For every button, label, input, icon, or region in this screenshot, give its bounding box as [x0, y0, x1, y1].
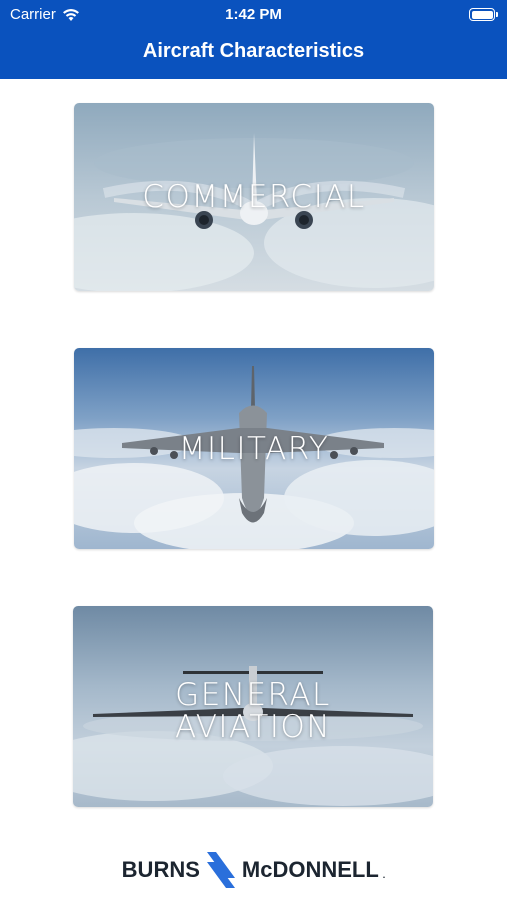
battery-icon [469, 8, 498, 21]
logo-mark-icon [206, 852, 235, 888]
category-label-general-line2: AVIATION [174, 708, 332, 745]
category-label-military: MILITARY [178, 430, 330, 467]
category-label-general-line1: GENERAL [175, 676, 331, 713]
category-label-commercial: COMMERCIAL [142, 179, 366, 215]
page-title: Aircraft Characteristics [142, 40, 365, 62]
status-bar: Carrier 1:42 PM [0, 0, 507, 28]
category-card-general-aviation[interactable]: GENERAL AVIATION [73, 606, 433, 807]
category-card-military[interactable]: MILITARY [74, 348, 434, 549]
logo-period: . [382, 870, 386, 880]
category-label-general-aviation: GENERAL AVIATION [73, 678, 433, 742]
logo-text-left: BURNS [121, 857, 200, 882]
logo-text-right: McDONNELL [241, 857, 379, 882]
burns-mcdonnell-logo: BURNS McDONNELL . [0, 850, 507, 890]
nav-header: Carrier 1:42 PM Aircraft Characteristics [0, 0, 507, 79]
status-time: 1:42 PM [225, 6, 282, 23]
category-card-commercial[interactable]: COMMERCIAL [74, 103, 434, 291]
